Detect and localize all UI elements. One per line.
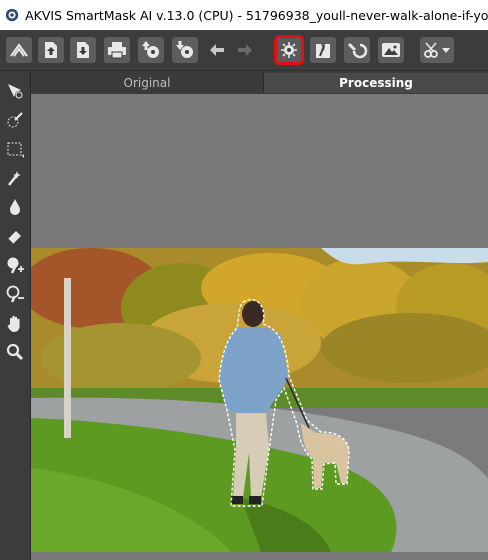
akvis-home-icon[interactable] xyxy=(6,37,32,63)
top-toolbar xyxy=(0,30,488,71)
processed-photo xyxy=(31,248,488,552)
drop-tool-icon[interactable] xyxy=(3,195,27,219)
redo-arrow-icon[interactable] xyxy=(232,37,258,63)
background-icon[interactable] xyxy=(378,37,404,63)
canvas-background-top xyxy=(31,94,488,248)
auto-mode-icon[interactable] xyxy=(310,37,336,63)
view-tabs: Original Processing xyxy=(31,72,488,94)
keep-brush-icon[interactable] xyxy=(3,253,27,277)
canvas-background-bottom xyxy=(31,552,488,560)
cut-mode-dropdown-icon[interactable] xyxy=(420,37,454,63)
eraser-icon[interactable] xyxy=(3,224,27,248)
rect-selection-icon[interactable] xyxy=(3,137,27,161)
left-tool-panel xyxy=(0,71,31,560)
hand-icon[interactable] xyxy=(3,311,27,335)
zoom-icon[interactable] xyxy=(3,340,27,364)
magic-brush-icon[interactable] xyxy=(344,37,370,63)
tab-processing[interactable]: Processing xyxy=(264,73,488,93)
remove-brush-icon[interactable] xyxy=(3,282,27,306)
selection-brush-icon[interactable] xyxy=(3,166,27,190)
save-image-icon[interactable] xyxy=(70,37,96,63)
tab-original[interactable]: Original xyxy=(31,73,264,93)
image-canvas[interactable] xyxy=(31,94,488,560)
app-logo-icon xyxy=(5,8,19,22)
smart-selection-icon[interactable] xyxy=(3,79,27,103)
print-icon[interactable] xyxy=(104,37,130,63)
window-title: AKVIS SmartMask AI v.13.0 (CPU) - 517969… xyxy=(25,7,488,23)
undo-arrow-icon[interactable] xyxy=(204,37,230,63)
title-bar: AKVIS SmartMask AI v.13.0 (CPU) - 517969… xyxy=(0,0,488,30)
import-settings-icon[interactable] xyxy=(138,37,164,63)
magic-brush-tool-icon[interactable] xyxy=(3,108,27,132)
open-image-icon[interactable] xyxy=(38,37,64,63)
export-settings-icon[interactable] xyxy=(172,37,198,63)
ai-selection-icon[interactable] xyxy=(274,35,304,65)
